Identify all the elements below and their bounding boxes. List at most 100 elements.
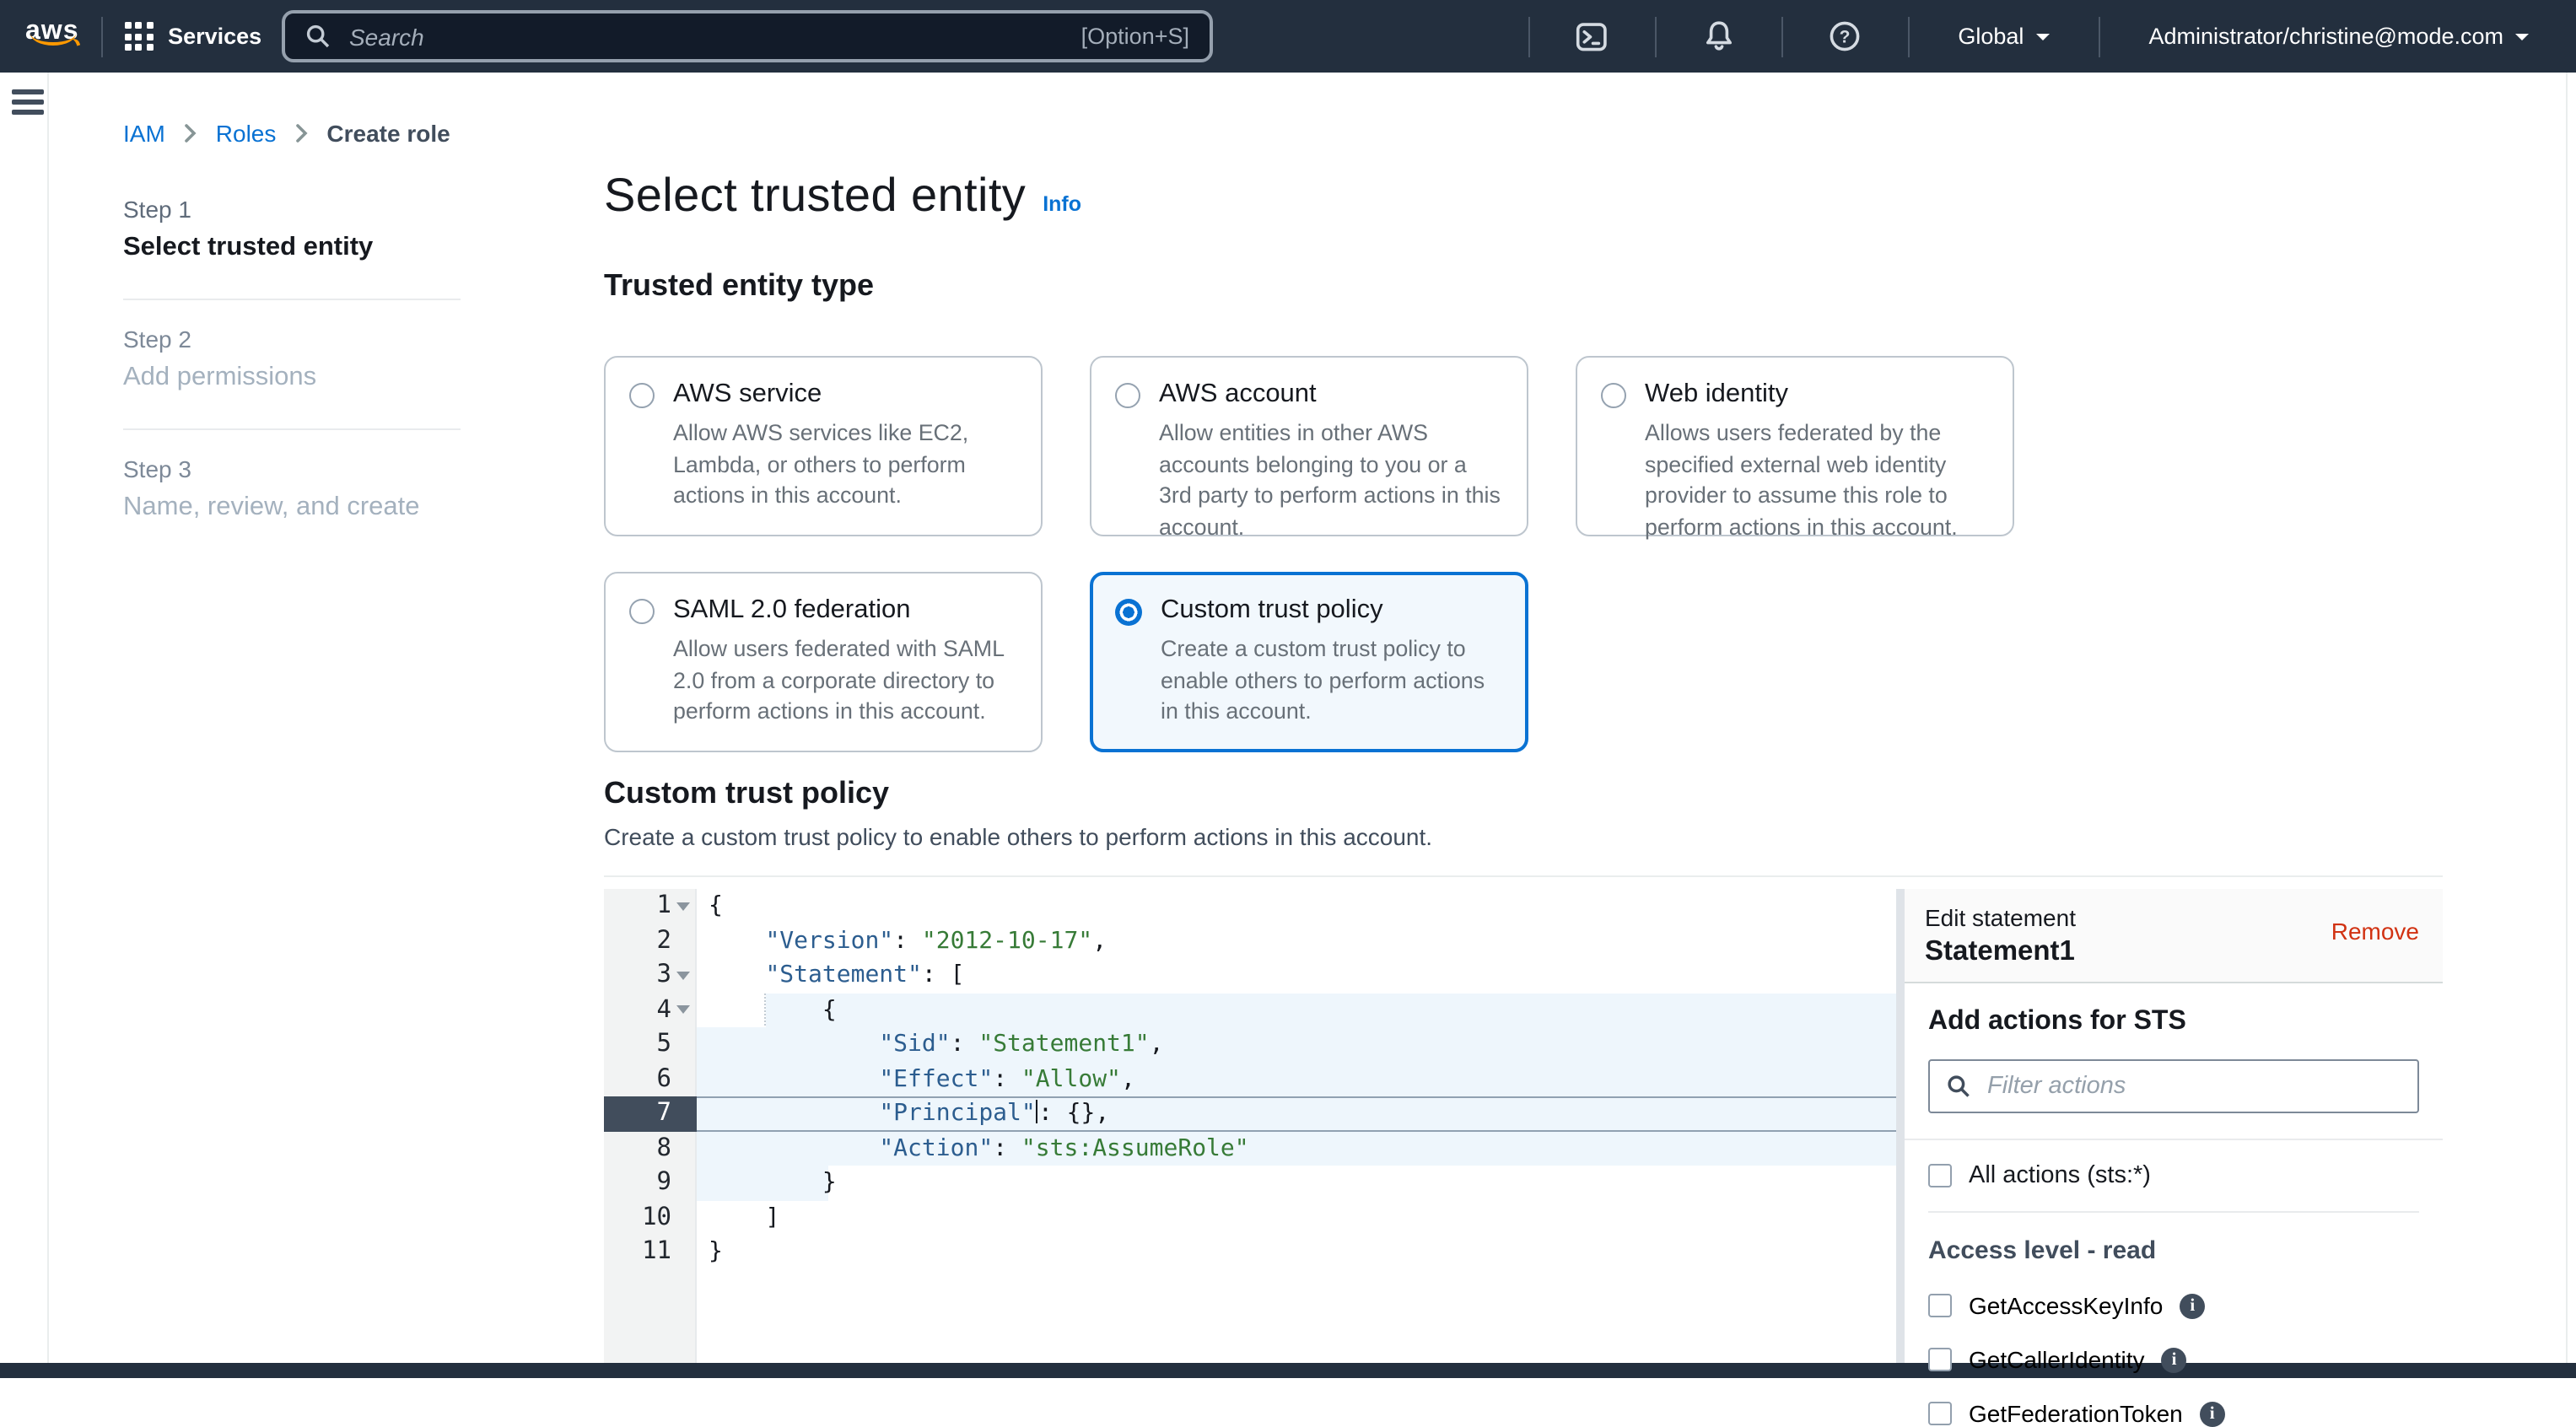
breadcrumb: IAMRolesCreate role: [123, 120, 450, 147]
fold-toggle[interactable]: [671, 993, 693, 1027]
action-row-getaccesskeyinfo: GetAccessKeyInfo i: [1928, 1292, 2419, 1319]
wizard-steps-nav: Step 1Select trusted entityStep 2Add per…: [123, 189, 461, 558]
side-menu-toggle[interactable]: [12, 89, 44, 115]
notifications-button[interactable]: [1678, 0, 1759, 73]
divider: [1907, 16, 1909, 57]
divider: [1781, 16, 1782, 57]
entity-card-description: Allow users federated with SAML 2.0 from…: [673, 634, 1017, 728]
entity-card-custom-trust-policy[interactable]: Custom trust policyCreate a custom trust…: [1090, 572, 1528, 752]
wizard-step-1[interactable]: Step 1Select trusted entity: [123, 189, 461, 299]
global-search[interactable]: [Option+S]: [282, 10, 1213, 62]
fold-toggle[interactable]: [671, 889, 693, 924]
breadcrumb-item-iam[interactable]: IAM: [123, 120, 165, 147]
code-token: ]: [765, 1204, 779, 1230]
divider: [1654, 16, 1656, 57]
entity-card-description: Allows users federated by the specified …: [1645, 418, 1989, 543]
checkbox-getfederationtoken[interactable]: [1928, 1402, 1952, 1425]
checkbox-getaccesskeyinfo[interactable]: [1928, 1294, 1952, 1317]
entity-card-body: AWS serviceAllow AWS services like EC2, …: [673, 380, 1017, 513]
account-menu[interactable]: Administrator/christine@mode.com: [2121, 0, 2556, 73]
checkbox-getcalleridentity[interactable]: [1928, 1348, 1952, 1371]
entity-card-body: Web identityAllows users federated by th…: [1645, 380, 1989, 513]
line-number: 7: [657, 1101, 671, 1128]
code-token: "Sid": [879, 1031, 950, 1058]
info-icon[interactable]: i: [2180, 1293, 2205, 1318]
code-token: "Statement1": [978, 1031, 1149, 1058]
code-token: }: [709, 1238, 723, 1265]
step-number: Step 3: [123, 455, 461, 482]
entity-card-title: SAML 2.0 federation: [673, 595, 1017, 626]
fold-spacer: [671, 1062, 693, 1096]
editor-line: 4 {: [604, 993, 1896, 1027]
entity-card-saml-2-0-federation[interactable]: SAML 2.0 federation Allow users federated…: [604, 572, 1043, 752]
cloudshell-button[interactable]: [1551, 0, 1632, 73]
search-icon: [305, 24, 331, 49]
step-title: Add permissions: [123, 363, 461, 393]
action-label: GetAccessKeyInfo: [1969, 1292, 2163, 1319]
entity-card-aws-account[interactable]: AWS accountAllow entities in other AWS a…: [1090, 356, 1528, 536]
radio-custom-trust-policy[interactable]: [1115, 599, 1142, 626]
divider: [1928, 1211, 2419, 1213]
editor-code-line: {: [697, 889, 1896, 924]
svg-text:?: ?: [1840, 27, 1851, 46]
fold-spacer: [671, 1096, 693, 1131]
radio-saml-2-0-federation[interactable]: [629, 599, 655, 624]
code-token: "Effect": [879, 1065, 993, 1092]
left-panel-divider: [47, 73, 49, 1363]
entity-card-description: Allow entities in other AWS accounts bel…: [1159, 418, 1503, 543]
radio-aws-service[interactable]: [629, 383, 655, 408]
all-actions-row: All actions (sts:*): [1928, 1162, 2419, 1189]
cloudshell-icon: [1576, 21, 1608, 51]
radio-aws-account[interactable]: [1115, 383, 1140, 408]
help-panel-divider: [2566, 73, 2568, 1363]
fold-spacer: [671, 1131, 693, 1166]
editor-line-gutter: 3: [604, 958, 697, 993]
line-number: 2: [657, 928, 671, 955]
services-grid-icon[interactable]: [125, 22, 154, 51]
line-number: 1: [657, 893, 671, 920]
region-selector[interactable]: Global: [1931, 0, 2076, 73]
radio-web-identity[interactable]: [1601, 383, 1626, 408]
entity-type-heading: Trusted entity type: [604, 268, 2443, 304]
chevron-down-icon: [2035, 34, 2049, 40]
editor-line-gutter: 5: [604, 1027, 697, 1062]
info-icon[interactable]: i: [2162, 1347, 2187, 1372]
code-token: ,: [1092, 927, 1107, 954]
code-token: :: [951, 1031, 979, 1058]
entity-card-title: AWS service: [673, 380, 1017, 410]
editor-line: 8 "Action": "sts:AssumeRole": [604, 1131, 1896, 1166]
entity-card-web-identity[interactable]: Web identityAllows users federated by th…: [1576, 356, 2014, 536]
all-actions-checkbox[interactable]: [1928, 1164, 1952, 1187]
search-icon: [1947, 1074, 1970, 1098]
services-menu[interactable]: Services: [168, 24, 261, 49]
code-token: "Statement": [765, 961, 921, 988]
code-token: {: [709, 892, 723, 919]
info-link[interactable]: Info: [1043, 192, 1081, 216]
editor-code-line: "Action": "sts:AssumeRole": [697, 1131, 1896, 1166]
breadcrumb-chevron-icon: [184, 123, 197, 143]
code-token: [709, 1169, 822, 1196]
json-policy-editor[interactable]: 1{2 "Version": "2012-10-17",3 "Statement…: [604, 889, 1896, 1363]
editor-line-gutter: 9: [604, 1166, 697, 1200]
code-token: ,: [1150, 1031, 1164, 1058]
bell-icon: [1703, 20, 1733, 52]
info-icon[interactable]: i: [2200, 1401, 2225, 1426]
search-input[interactable]: [346, 21, 1066, 51]
line-number: 10: [642, 1204, 671, 1231]
line-number: 5: [657, 1031, 671, 1058]
fold-spacer: [671, 1235, 693, 1269]
fold-toggle[interactable]: [671, 958, 693, 993]
filter-actions-input[interactable]: [1984, 1071, 2401, 1101]
help-button[interactable]: ?: [1804, 0, 1885, 73]
code-token: "Version": [765, 927, 893, 954]
filter-actions-box[interactable]: [1928, 1059, 2419, 1113]
entity-card-aws-service[interactable]: AWS serviceAllow AWS services like EC2, …: [604, 356, 1043, 536]
breadcrumb-item-roles[interactable]: Roles: [216, 120, 277, 147]
editor-line: 7 "Principal": {},: [604, 1096, 1896, 1131]
remove-statement-button[interactable]: Remove: [2331, 918, 2419, 945]
code-token: :: [993, 1134, 1021, 1161]
editor-code-line: "Effect": "Allow",: [697, 1062, 1896, 1096]
editor-line-gutter: 8: [604, 1131, 697, 1166]
editor-code-line: "Statement": [: [697, 958, 1896, 993]
line-number: 9: [657, 1170, 671, 1197]
